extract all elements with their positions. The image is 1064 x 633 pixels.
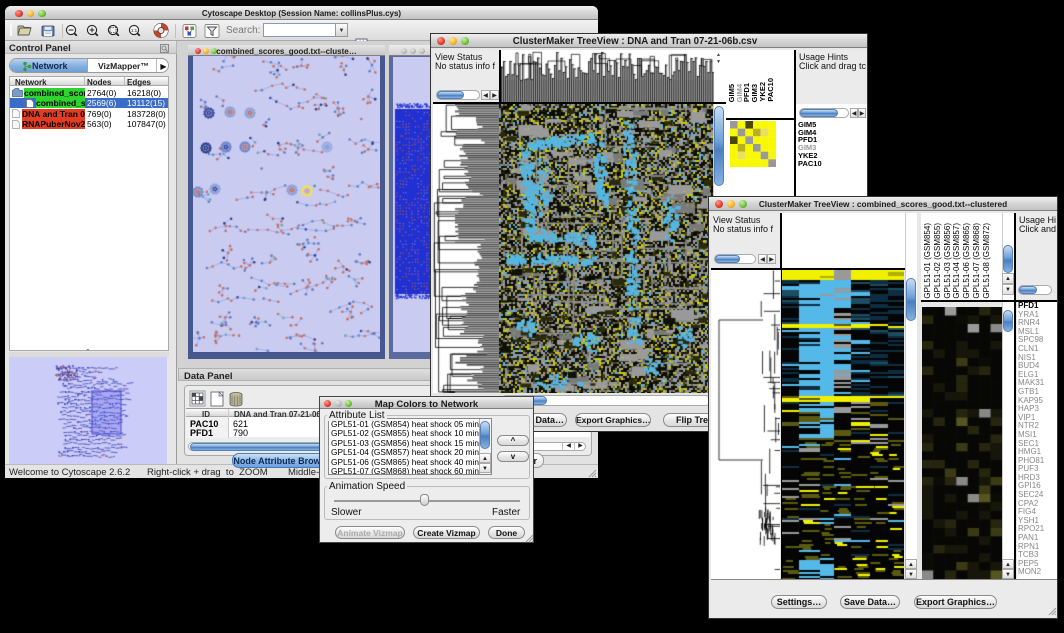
svg-text:1:1: 1:1 (131, 28, 138, 33)
